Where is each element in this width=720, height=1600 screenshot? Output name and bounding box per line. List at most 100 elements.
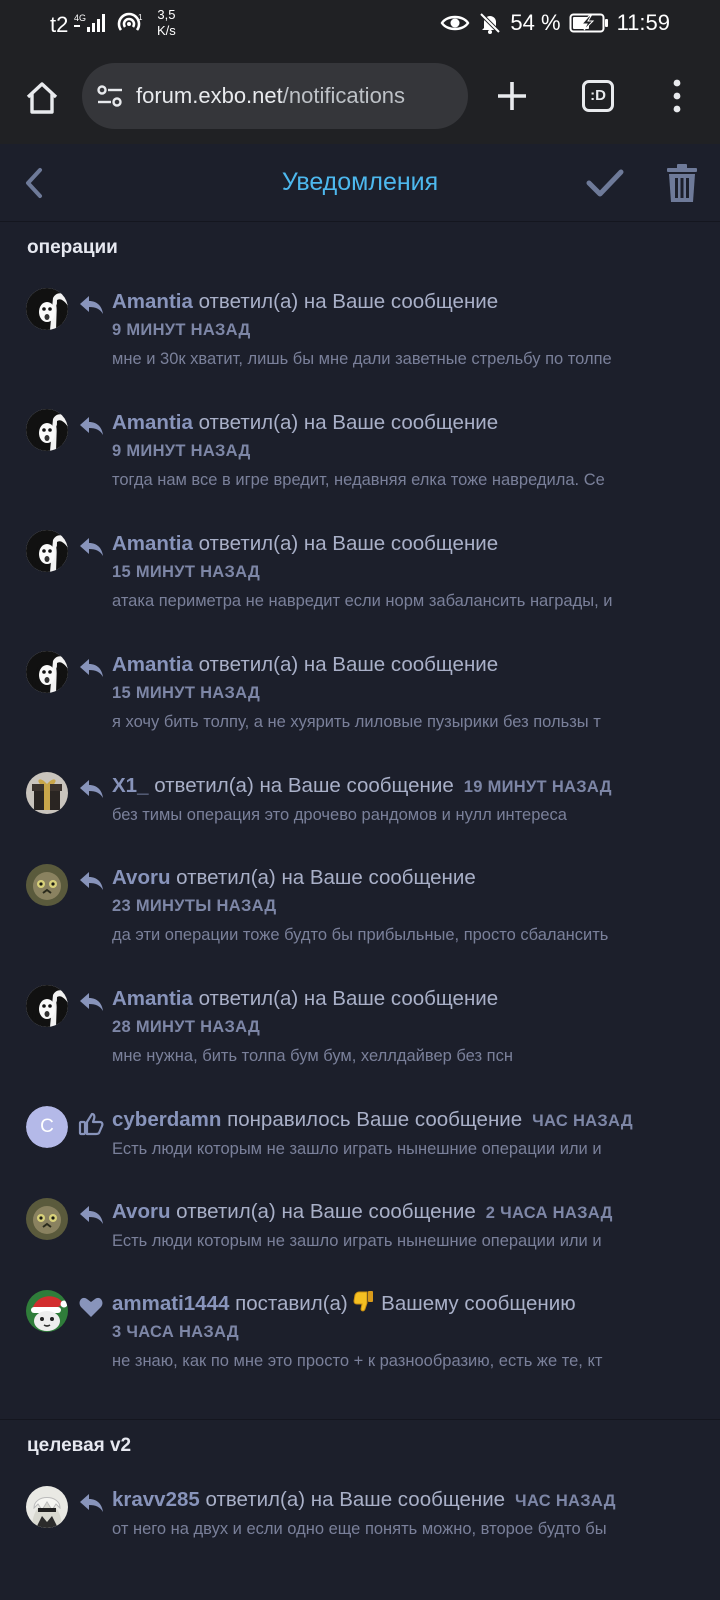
url-path: /notifications <box>282 83 406 108</box>
avatar[interactable] <box>26 651 68 693</box>
notification-time: 19 МИНУТ НАЗАД <box>463 778 612 796</box>
reply-icon <box>78 778 104 800</box>
notification-item[interactable]: kravv285 ответил(а) на Ваше сообщение ЧАС… <box>0 1486 720 1578</box>
notification-action-suffix: Вашему сообщению <box>381 1292 576 1315</box>
delete-all-button[interactable] <box>666 164 698 202</box>
reply-icon <box>78 294 104 316</box>
notification-excerpt: не знаю, как по мне это просто + к разно… <box>112 1352 603 1370</box>
group-title[interactable]: операции <box>0 238 720 288</box>
new-tab-button[interactable] <box>494 78 530 114</box>
avatar[interactable] <box>26 1290 68 1332</box>
username-link[interactable]: Avoru <box>112 1200 170 1223</box>
notification-text: Amantia ответил(а) на Ваше сообщение <box>112 530 690 562</box>
notification-list: операции Amantia ответил(а) на Ваше сообщ… <box>0 222 720 1578</box>
notification-time: 23 МИНУТЫ НАЗАД <box>112 897 277 915</box>
username-link[interactable]: ammati1444 <box>112 1292 229 1315</box>
username-link[interactable]: X1_ <box>112 774 148 797</box>
notification-excerpt: мне нужна, бить толпа бум бум, хеллдайве… <box>112 1047 513 1065</box>
notification-item[interactable]: Amantia ответил(а) на Ваше сообщение 28 М… <box>0 985 720 1106</box>
avatar[interactable] <box>26 772 68 814</box>
username-link[interactable]: cyberdamn <box>112 1108 221 1131</box>
notification-item[interactable]: Amantia ответил(а) на Ваше сообщение 15 М… <box>0 530 720 651</box>
battery-percent: 54 % <box>510 10 561 35</box>
notification-item[interactable]: ammati1444 поставил(а) Вашему сообщению 3… <box>0 1290 720 1411</box>
notification-item[interactable]: X1_ ответил(а) на Ваше сообщение 19 МИНУТ… <box>0 772 720 864</box>
notification-item[interactable]: Amantia ответил(а) на Ваше сообщение 9 МИ… <box>0 409 720 530</box>
notification-item[interactable]: Ccyberdamn понравилось Ваше сообщение ЧАС… <box>0 1106 720 1198</box>
avatar[interactable] <box>26 409 68 451</box>
reply-icon <box>78 1492 104 1514</box>
network-type-label: 4G <box>74 13 86 23</box>
notification-action: ответил(а) на Ваше сообщение <box>176 1200 476 1223</box>
notification-time: 2 ЧАСА НАЗАД <box>485 1204 613 1222</box>
username-link[interactable]: Amantia <box>112 987 193 1010</box>
notification-action: ответил(а) на Ваше сообщение <box>198 532 499 555</box>
notification-excerpt: я хочу бить толпу, а не хуярить лиловые … <box>112 713 601 731</box>
notification-excerpt: Есть люди которым не зашло играть нынешн… <box>112 1140 602 1158</box>
group-title[interactable]: целевая v2 <box>0 1436 720 1486</box>
notification-text: Amantia ответил(а) на Ваше сообщение <box>112 409 690 441</box>
notification-text: X1_ ответил(а) на Ваше сообщение 19 МИНУТ… <box>112 772 690 804</box>
notification-time: 28 МИНУТ НАЗАД <box>112 1018 261 1036</box>
notification-excerpt: Есть люди которым не зашло играть нынешн… <box>112 1232 602 1250</box>
notification-text: ammati1444 поставил(а) Вашему сообщению <box>112 1290 690 1322</box>
notification-action: ответил(а) на Ваше сообщение <box>198 411 499 434</box>
notification-action: понравилось Ваше сообщение <box>227 1108 523 1131</box>
reply-icon <box>78 415 104 437</box>
notifications-header: Уведомления <box>0 144 720 222</box>
carrier-label: t2 <box>50 12 69 37</box>
notification-item[interactable]: Avoru ответил(а) на Ваше сообщение 2 ЧАСА… <box>0 1198 720 1290</box>
username-link[interactable]: Amantia <box>112 653 193 676</box>
notification-action: ответил(а) на Ваше сообщение <box>154 774 454 797</box>
battery-charging-icon <box>569 13 608 33</box>
heart-icon <box>78 1296 104 1318</box>
thumbs-down-emoji-icon <box>353 1290 375 1320</box>
username-link[interactable]: Amantia <box>112 290 193 313</box>
reply-icon <box>78 657 104 679</box>
tab-switcher-button[interactable]: :D <box>582 80 614 112</box>
home-button[interactable] <box>22 78 62 118</box>
browser-toolbar: forum.exbo.net/notifications :D <box>0 50 720 144</box>
notification-text: Amantia ответил(а) на Ваше сообщение <box>112 651 690 683</box>
username-link[interactable]: kravv285 <box>112 1488 200 1511</box>
more-menu-icon[interactable] <box>672 78 682 114</box>
notification-text: Avoru ответил(а) на Ваше сообщение <box>112 864 690 896</box>
url-host: forum.exbo.net <box>136 83 283 108</box>
avatar[interactable] <box>26 1486 68 1528</box>
notification-item[interactable]: Avoru ответил(а) на Ваше сообщение 23 МИН… <box>0 864 720 985</box>
notification-action: ответил(а) на Ваше сообщение <box>198 653 499 676</box>
avatar[interactable]: C <box>26 1106 68 1148</box>
avatar[interactable] <box>26 1198 68 1240</box>
notification-excerpt: да эти операции тоже будто бы прибыльные… <box>112 926 609 944</box>
mark-all-read-button[interactable] <box>586 168 624 198</box>
avatar[interactable] <box>26 288 68 330</box>
avatar-letter: C <box>26 1106 68 1148</box>
network-speed-value: 3,5 <box>157 7 176 22</box>
avatar[interactable] <box>26 985 68 1027</box>
notification-item[interactable]: Amantia ответил(а) на Ваше сообщение 15 М… <box>0 651 720 772</box>
notification-text: kravv285 ответил(а) на Ваше сообщение ЧАС… <box>112 1486 690 1518</box>
url-text[interactable]: forum.exbo.net/notifications <box>136 83 405 109</box>
notification-time: 9 МИНУТ НАЗАД <box>112 321 251 339</box>
notification-item[interactable]: Amantia ответил(а) на Ваше сообщение 9 МИ… <box>0 288 720 409</box>
notification-time: 15 МИНУТ НАЗАД <box>112 684 261 702</box>
avatar[interactable] <box>26 864 68 906</box>
username-link[interactable]: Amantia <box>112 532 193 555</box>
clock: 11:59 <box>616 10 670 35</box>
status-right: 54 % 11:59 <box>440 10 670 36</box>
notification-excerpt: мне и 30к хватит, лишь бы мне дали завет… <box>112 350 612 368</box>
username-link[interactable]: Avoru <box>112 866 170 889</box>
notification-text: Avoru ответил(а) на Ваше сообщение 2 ЧАСА… <box>112 1198 690 1230</box>
reply-icon <box>78 536 104 558</box>
reply-icon <box>78 1204 104 1226</box>
status-bar: t2 4G 1 3,5 K/s 54 % 11:59 <box>0 0 720 50</box>
notification-group: целевая v2 kravv285 ответил(а) на Ваше со… <box>0 1419 720 1578</box>
eye-icon <box>441 15 470 31</box>
notification-text: cyberdamn понравилось Ваше сообщение ЧАС … <box>112 1106 690 1138</box>
notification-action: ответил(а) на Ваше сообщение <box>176 866 476 889</box>
site-settings-icon[interactable] <box>96 84 124 108</box>
screen: t2 4G 1 3,5 K/s 54 % 11:59 forum.exbo.ne… <box>0 0 720 1600</box>
avatar[interactable] <box>26 530 68 572</box>
address-bar[interactable]: forum.exbo.net/notifications <box>82 63 468 129</box>
username-link[interactable]: Amantia <box>112 411 193 434</box>
